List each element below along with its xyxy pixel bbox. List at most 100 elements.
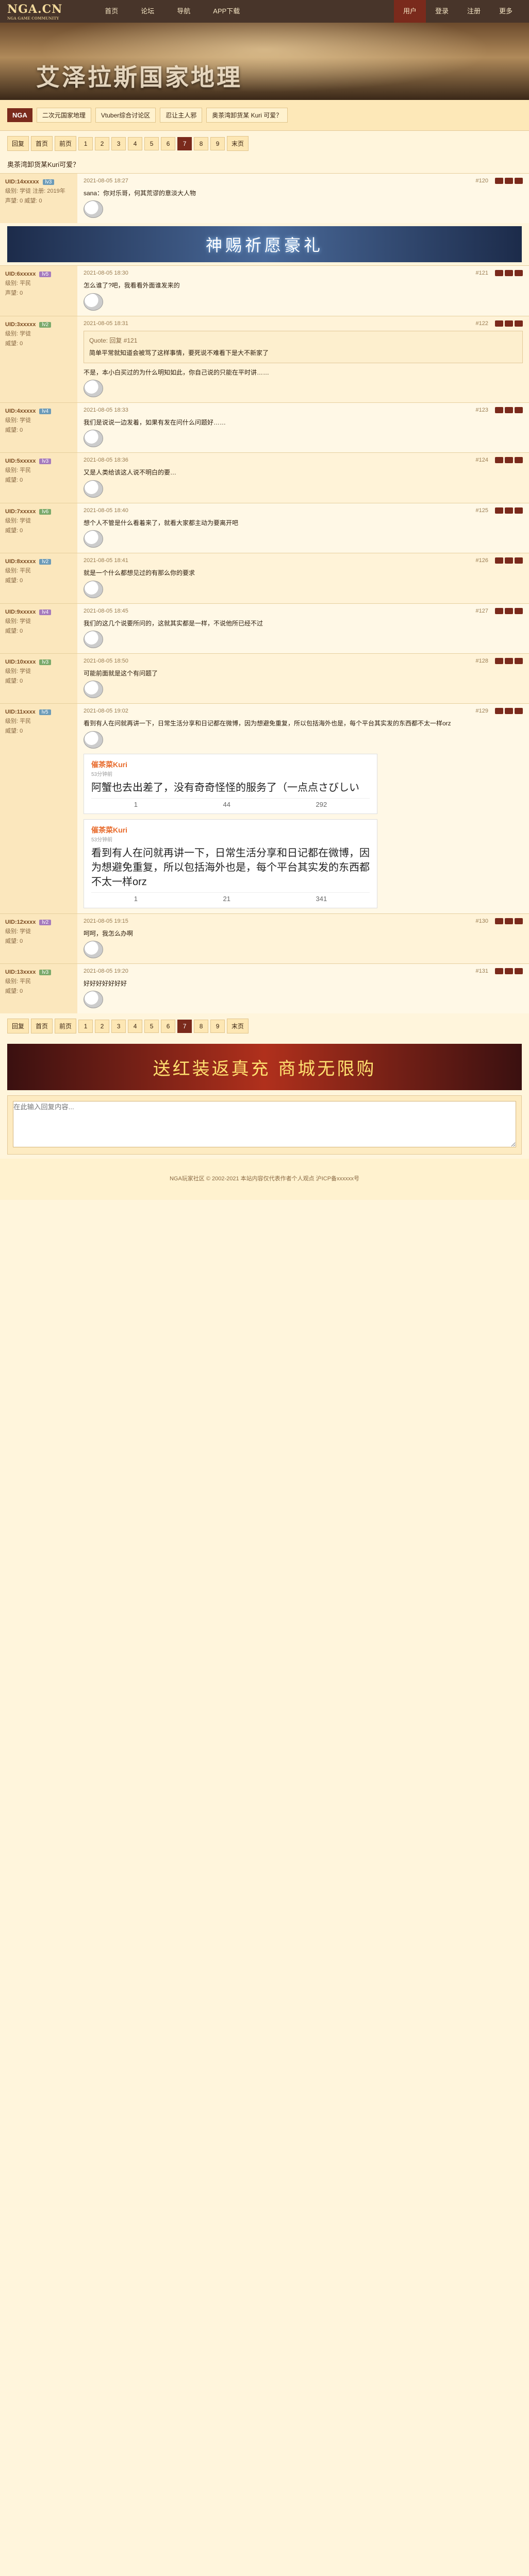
post-floor[interactable]: #125 xyxy=(476,507,488,514)
quote-icon[interactable] xyxy=(505,406,513,413)
comment-count[interactable]: 44 xyxy=(223,801,230,808)
page-link[interactable]: 4 xyxy=(128,1019,143,1033)
page-link[interactable]: 6 xyxy=(161,1019,176,1033)
quote-icon[interactable] xyxy=(505,708,513,715)
author-uid[interactable]: UID:8xxxxx xyxy=(5,558,36,565)
reply-icon[interactable] xyxy=(495,968,503,975)
author-uid[interactable]: UID:11xxxx xyxy=(5,709,36,715)
quote-icon[interactable] xyxy=(505,968,513,975)
reply-icon[interactable] xyxy=(495,270,503,277)
author-uid[interactable]: UID:12xxxx xyxy=(5,919,36,925)
author-uid[interactable]: UID:7xxxxx xyxy=(5,509,36,515)
like-count[interactable]: 292 xyxy=(316,801,327,808)
reply-icon[interactable] xyxy=(495,708,503,715)
user-link[interactable]: 用户 xyxy=(393,0,426,23)
like-count[interactable]: 341 xyxy=(316,895,327,903)
post-floor[interactable]: #129 xyxy=(476,708,488,714)
author-uid[interactable]: UID:14xxxxx xyxy=(5,179,39,185)
page-link[interactable]: 1 xyxy=(78,1019,93,1033)
reply-icon[interactable] xyxy=(495,457,503,464)
page-link[interactable]: 末页 xyxy=(227,136,249,151)
quote-icon[interactable] xyxy=(505,657,513,664)
page-link[interactable]: 4 xyxy=(128,137,143,150)
breadcrumb-item[interactable]: 二次元国家地理 xyxy=(36,108,91,123)
page-link[interactable]: 前页 xyxy=(55,136,77,151)
reply-button[interactable]: 回复 xyxy=(7,136,29,151)
page-link[interactable]: 3 xyxy=(111,1019,126,1033)
breadcrumb-home[interactable]: NGA xyxy=(7,108,32,122)
reply-button[interactable]: 回复 xyxy=(7,1019,29,1034)
author-uid[interactable]: UID:10xxxx xyxy=(5,659,36,665)
page-link[interactable]: 8 xyxy=(194,137,209,150)
bottom-ad-banner[interactable]: 送红装返真充 商城无限购 xyxy=(7,1044,522,1091)
reply-icon[interactable] xyxy=(495,657,503,664)
quote-icon[interactable] xyxy=(505,507,513,514)
site-logo[interactable]: NGA.CN NGA GAME COMMUNITY xyxy=(7,3,62,21)
page-link[interactable]: 5 xyxy=(144,1019,159,1033)
more-icon[interactable] xyxy=(515,457,523,464)
quote-icon[interactable] xyxy=(505,607,513,614)
nav-guide[interactable]: 导航 xyxy=(166,0,202,23)
more-icon[interactable] xyxy=(515,708,523,715)
reply-icon[interactable] xyxy=(495,557,503,564)
more-icon[interactable] xyxy=(515,406,523,413)
quote-icon[interactable] xyxy=(505,457,513,464)
page-link[interactable]: 2 xyxy=(95,1019,110,1033)
page-link[interactable]: 6 xyxy=(161,137,176,150)
reply-icon[interactable] xyxy=(495,607,503,614)
reply-icon[interactable] xyxy=(495,178,503,184)
repost-count[interactable]: 1 xyxy=(134,895,138,903)
reply-icon[interactable] xyxy=(495,507,503,514)
quote-icon[interactable] xyxy=(505,557,513,564)
quote-icon[interactable] xyxy=(505,320,513,327)
more-icon[interactable] xyxy=(515,968,523,975)
nav-home[interactable]: 首页 xyxy=(93,0,129,23)
author-uid[interactable]: UID:9xxxxx xyxy=(5,609,36,615)
post-floor[interactable]: #121 xyxy=(476,270,488,276)
post-floor[interactable]: #120 xyxy=(476,178,488,184)
page-link[interactable]: 首页 xyxy=(31,136,53,151)
page-link[interactable]: 2 xyxy=(95,137,110,150)
post-floor[interactable]: #128 xyxy=(476,658,488,664)
page-link[interactable]: 首页 xyxy=(31,1019,53,1034)
post-floor[interactable]: #126 xyxy=(476,557,488,564)
page-link[interactable]: 9 xyxy=(210,1019,225,1033)
page-link[interactable]: 末页 xyxy=(227,1019,249,1034)
post-floor[interactable]: #123 xyxy=(476,407,488,413)
post-floor[interactable]: #131 xyxy=(476,968,488,974)
weibo-card[interactable]: 催茶菜Kuri 53分钟前 看到有人在问就再讲一下，日常生活分享和日记都在微博，… xyxy=(84,819,377,908)
breadcrumb-item[interactable]: 忍让主人邪 xyxy=(160,108,203,123)
page-link[interactable]: 5 xyxy=(144,137,159,150)
comment-count[interactable]: 21 xyxy=(223,895,230,903)
login-link[interactable]: 登录 xyxy=(426,0,458,23)
page-link[interactable]: 9 xyxy=(210,137,225,150)
reply-textarea[interactable] xyxy=(13,1101,516,1148)
more-icon[interactable] xyxy=(515,178,523,184)
post-floor[interactable]: #124 xyxy=(476,457,488,463)
author-uid[interactable]: UID:5xxxxx xyxy=(5,458,36,464)
post-floor[interactable]: #127 xyxy=(476,608,488,614)
author-uid[interactable]: UID:4xxxxx xyxy=(5,408,36,414)
page-link[interactable]: 8 xyxy=(194,1019,209,1033)
nav-forum[interactable]: 论坛 xyxy=(129,0,166,23)
quote-icon[interactable] xyxy=(505,178,513,184)
author-uid[interactable]: UID:13xxxx xyxy=(5,969,36,975)
quote-icon[interactable] xyxy=(505,270,513,277)
quote-icon[interactable] xyxy=(505,918,513,924)
register-link[interactable]: 注册 xyxy=(458,0,490,23)
more-icon[interactable] xyxy=(515,557,523,564)
page-link[interactable]: 前页 xyxy=(55,1019,77,1034)
more-icon[interactable] xyxy=(515,270,523,277)
breadcrumb-item[interactable]: 奥茶湾卸货某 Kuri 可爱？ xyxy=(206,108,288,123)
reply-icon[interactable] xyxy=(495,406,503,413)
reply-icon[interactable] xyxy=(495,918,503,924)
author-uid[interactable]: UID:6xxxxx xyxy=(5,271,36,277)
more-icon[interactable] xyxy=(515,320,523,327)
page-link-current[interactable]: 7 xyxy=(177,1019,192,1033)
reply-icon[interactable] xyxy=(495,320,503,327)
post-floor[interactable]: #130 xyxy=(476,918,488,924)
post-floor[interactable]: #122 xyxy=(476,320,488,327)
nav-app[interactable]: APP下载 xyxy=(202,0,251,23)
ad-banner[interactable]: 神赐祈愿豪礼 xyxy=(7,226,522,263)
more-link[interactable]: 更多 xyxy=(490,0,522,23)
